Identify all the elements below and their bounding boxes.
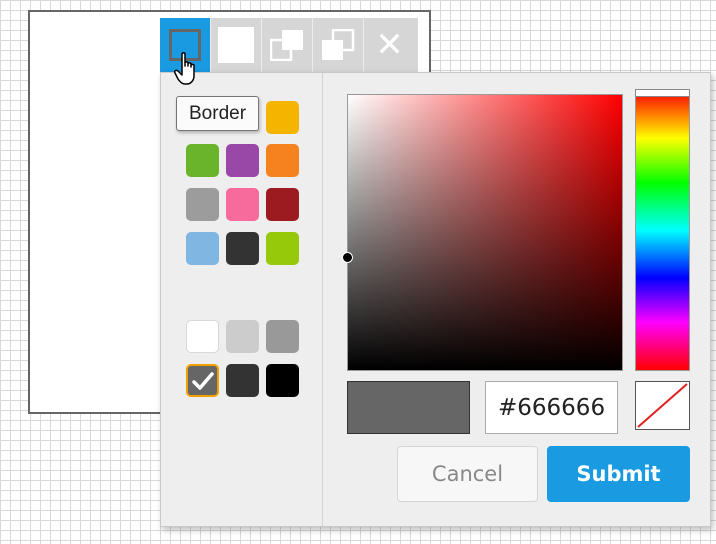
no-color-icon: [637, 383, 688, 428]
submit-button[interactable]: Submit: [547, 446, 690, 502]
color-handle[interactable]: [342, 252, 353, 263]
swatch[interactable]: [266, 144, 299, 177]
close-icon: ✕: [375, 25, 404, 65]
hand-cursor-icon: [174, 52, 195, 85]
fill-icon: [218, 27, 254, 63]
checkmark-icon: [192, 372, 214, 390]
hue-slider[interactable]: [635, 89, 690, 371]
color-picker-panel: Cancel Submit: [160, 72, 711, 527]
send-to-back-button[interactable]: [313, 18, 364, 72]
close-button[interactable]: ✕: [364, 18, 415, 72]
color-preview: [347, 381, 470, 434]
swatch[interactable]: [266, 232, 299, 265]
swatch[interactable]: [226, 364, 259, 397]
swatch[interactable]: [226, 232, 259, 265]
swatch[interactable]: [226, 188, 259, 221]
send-to-back-icon: [322, 29, 355, 60]
swatch[interactable]: [226, 320, 259, 353]
swatch[interactable]: [266, 188, 299, 221]
swatch[interactable]: [186, 232, 219, 265]
cancel-button[interactable]: Cancel: [397, 446, 538, 502]
swatch[interactable]: [226, 144, 259, 177]
swatch-selected[interactable]: [186, 364, 219, 397]
bring-to-front-icon: [270, 30, 303, 61]
hue-handle[interactable]: [635, 89, 690, 97]
bring-to-front-button[interactable]: [262, 18, 313, 72]
swatch[interactable]: [186, 188, 219, 221]
swatch[interactable]: [266, 320, 299, 353]
swatch[interactable]: [186, 144, 219, 177]
fill-button[interactable]: [211, 18, 262, 72]
swatch[interactable]: [186, 320, 219, 353]
hex-input[interactable]: [485, 381, 618, 434]
swatch-palette: [161, 73, 323, 526]
swatch[interactable]: [266, 364, 299, 397]
tooltip: Border: [176, 96, 260, 131]
saturation-value-area[interactable]: [342, 94, 623, 371]
no-color-button[interactable]: [635, 381, 690, 430]
swatch[interactable]: [266, 101, 299, 134]
